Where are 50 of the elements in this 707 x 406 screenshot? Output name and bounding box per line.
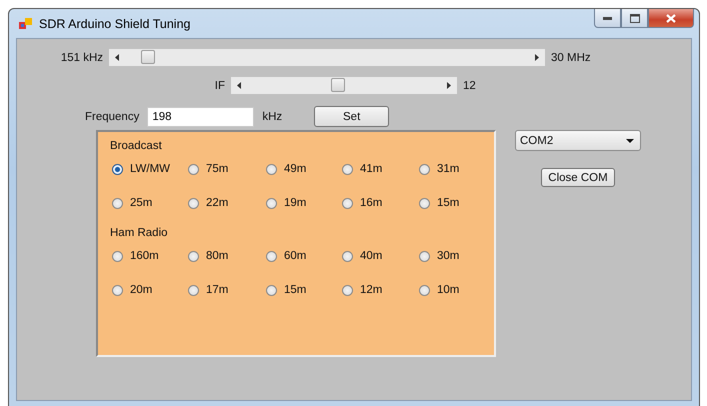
unit-label: kHz bbox=[262, 110, 282, 122]
close-com-button[interactable]: Close COM bbox=[541, 168, 615, 187]
max-label: 30 MHz bbox=[551, 52, 591, 64]
tuning-scrollbar[interactable] bbox=[109, 49, 545, 66]
right-arrow-icon bbox=[535, 54, 539, 61]
radio-button[interactable]: 30m bbox=[417, 246, 493, 266]
radio-button[interactable]: 41m bbox=[340, 159, 417, 179]
radio-button[interactable]: 22m bbox=[186, 193, 264, 213]
minimize-button[interactable] bbox=[594, 9, 621, 28]
radio-button[interactable]: 160m bbox=[110, 246, 186, 266]
if-label: IF bbox=[214, 80, 225, 92]
app-icon bbox=[19, 16, 33, 30]
minimize-icon bbox=[603, 16, 612, 20]
port-dropdown[interactable]: COM2 bbox=[515, 130, 641, 151]
right-arrow-icon bbox=[447, 82, 451, 89]
maximize-icon bbox=[630, 14, 640, 22]
radio-button[interactable]: LW/MW bbox=[110, 159, 186, 179]
radio-button[interactable]: 60m bbox=[264, 246, 340, 266]
radio-button[interactable]: 10m bbox=[417, 280, 493, 300]
group-title: Ham Radio bbox=[110, 227, 169, 239]
scroll-thumb[interactable] bbox=[141, 50, 156, 64]
left-arrow-icon bbox=[237, 82, 241, 89]
radio-button[interactable]: 19m bbox=[264, 193, 340, 213]
radio-button[interactable]: 15m bbox=[264, 280, 340, 300]
scroll-thumb[interactable] bbox=[331, 78, 346, 92]
radio-button[interactable]: 25m bbox=[110, 193, 186, 213]
close-icon bbox=[666, 14, 676, 22]
group-title: Broadcast bbox=[110, 140, 163, 152]
close-button[interactable] bbox=[648, 9, 694, 28]
maximize-button[interactable] bbox=[621, 9, 648, 28]
frequency-label: Frequency bbox=[85, 110, 140, 122]
window-title: SDR Arduino Shield Tuning bbox=[39, 16, 190, 30]
radio-button[interactable]: 17m bbox=[186, 280, 264, 300]
radio-button[interactable]: 15m bbox=[417, 193, 493, 213]
frequency-field[interactable]: 198 bbox=[147, 106, 254, 126]
dropdown-caret-icon bbox=[626, 138, 634, 142]
radio-button[interactable]: 16m bbox=[340, 193, 417, 213]
if-value: 12 bbox=[463, 80, 476, 92]
min-label: 151 kHz bbox=[60, 52, 103, 64]
radio-button[interactable]: 20m bbox=[110, 280, 186, 300]
set-button[interactable]: Set bbox=[314, 106, 390, 127]
port-value: COM2 bbox=[520, 134, 554, 146]
left-arrow-icon bbox=[115, 54, 119, 61]
if-scrollbar[interactable] bbox=[231, 77, 457, 94]
radio-button[interactable]: 75m bbox=[186, 159, 264, 179]
radio-button[interactable]: 40m bbox=[340, 246, 417, 266]
radio-button[interactable]: 49m bbox=[264, 159, 340, 179]
radio-button[interactable]: 31m bbox=[417, 159, 493, 179]
radio-button[interactable]: 12m bbox=[340, 280, 417, 300]
radio-button[interactable]: 80m bbox=[186, 246, 264, 266]
